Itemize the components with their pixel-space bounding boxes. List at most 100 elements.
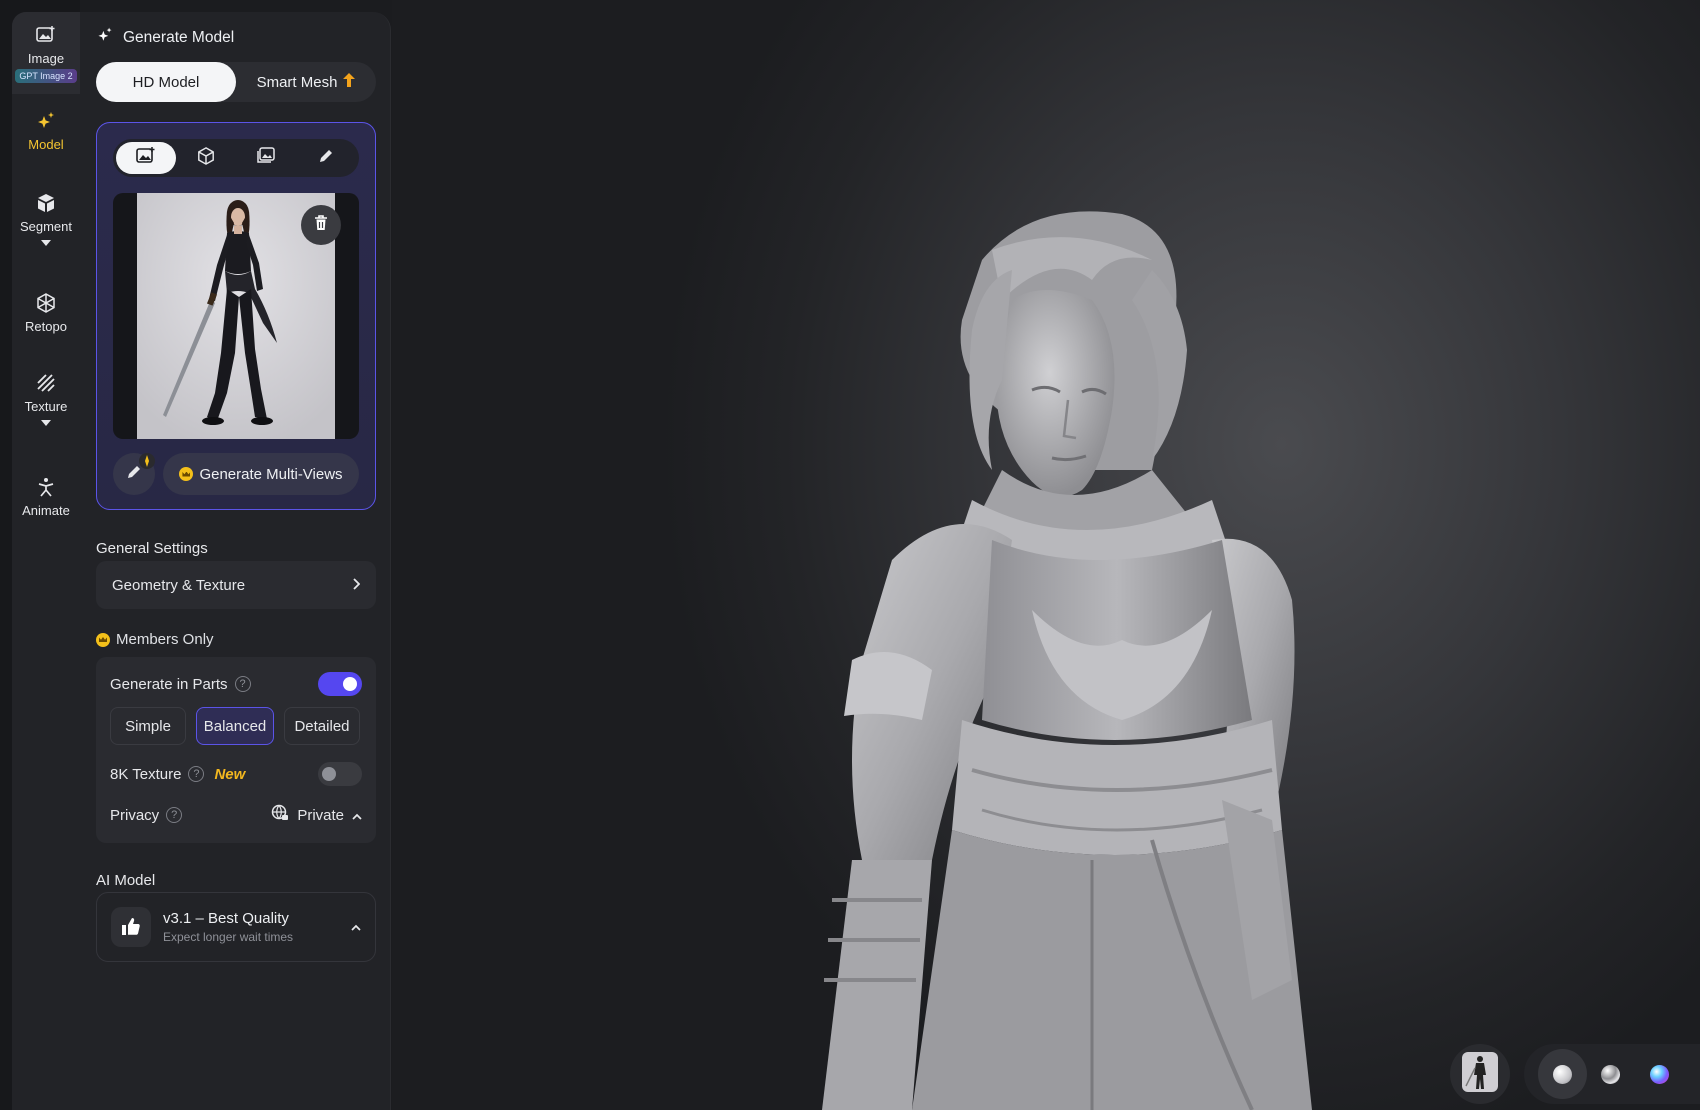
magic-badge-icon [139, 453, 155, 469]
clay-sphere-icon [1552, 1064, 1572, 1084]
tab-multi-image-input[interactable] [236, 142, 296, 174]
ai-model-text: v3.1 – Best Quality Expect longer wait t… [163, 910, 293, 944]
generate-in-parts-label: Generate in Parts [110, 675, 228, 693]
rail-item-label: Animate [22, 503, 70, 518]
hd-model-option[interactable]: HD Model [96, 62, 236, 102]
segment-cube-icon [35, 192, 57, 214]
image-input-icon [136, 146, 156, 170]
material-clay-white-button[interactable] [1538, 1049, 1587, 1099]
8k-texture-row: 8K Texture ? New [110, 761, 362, 787]
pencil-magic-icon [126, 464, 142, 485]
privacy-dropdown[interactable]: Private [271, 804, 362, 826]
texture-hatch-icon [35, 372, 57, 394]
model-type-switch: HD Model Smart Mesh [96, 62, 376, 102]
privacy-row: Privacy ? Private [110, 802, 362, 828]
multi-image-input-icon [256, 146, 276, 170]
delete-image-button[interactable] [301, 205, 341, 245]
chevron-right-icon [352, 577, 361, 594]
character-thumbnail-icon [1462, 1051, 1498, 1097]
material-chrome-button[interactable] [1587, 1049, 1636, 1099]
pencil-input-icon [318, 148, 334, 169]
smart-mesh-label: Smart Mesh [256, 73, 338, 91]
detail-level-group: Simple Balanced Detailed [110, 707, 362, 745]
thumbs-up-icon [111, 907, 151, 947]
cube-input-icon [197, 146, 215, 170]
rail-item-label: Image [27, 51, 65, 66]
globe-lock-icon [271, 804, 289, 826]
rail-item-segment[interactable]: Segment [12, 192, 80, 246]
generate-multi-views-button[interactable]: Generate Multi-Views [163, 453, 359, 495]
tab-image-input[interactable] [116, 142, 176, 174]
level-balanced-button[interactable]: Balanced [196, 707, 274, 745]
upgrade-arrow-icon [343, 73, 356, 91]
image-input-card: Generate Multi-Views [96, 122, 376, 510]
crown-icon [96, 632, 110, 647]
rail-item-label: Retopo [25, 319, 67, 334]
rail-item-label: Model [28, 137, 64, 152]
chrome-sphere-icon [1601, 1064, 1621, 1084]
input-card-actions: Generate Multi-Views [113, 453, 359, 495]
sparkle-icon [35, 110, 57, 132]
level-simple-button[interactable]: Simple [110, 707, 186, 745]
rail-item-animate[interactable]: Animate [12, 476, 80, 518]
new-badge: New [214, 765, 246, 783]
gpt-image-badge: GPT Image 2 [15, 69, 77, 83]
material-preset-bar [1524, 1044, 1700, 1104]
members-only-label: Members Only [116, 631, 214, 648]
toggle-knob [343, 677, 357, 691]
geometry-texture-row[interactable]: Geometry & Texture [96, 561, 376, 609]
toggle-knob [322, 767, 336, 781]
tab-cube-input[interactable] [176, 142, 236, 174]
generate-in-parts-toggle[interactable] [318, 672, 362, 696]
help-icon[interactable]: ? [166, 807, 183, 823]
reference-thumbnail-button[interactable] [1450, 1044, 1510, 1104]
rail-item-label: Texture [24, 399, 68, 414]
rail-item-retopo[interactable]: Retopo [12, 292, 80, 334]
privacy-value: Private [297, 806, 344, 824]
tool-rail-inner: Image GPT Image 2 Model Segment Retopo T… [12, 12, 80, 1110]
generate-model-panel: Generate Model HD Model Smart Mesh Gener… [80, 12, 391, 1110]
sparkle-icon [96, 26, 114, 49]
generate-multi-views-label: Generate Multi-Views [199, 465, 343, 483]
geometry-texture-label: Geometry & Texture [112, 576, 246, 594]
help-icon[interactable]: ? [188, 766, 205, 782]
ai-model-note: Expect longer wait times [163, 930, 294, 944]
rail-item-model[interactable]: Model [12, 110, 80, 152]
tab-pencil-input[interactable] [296, 142, 356, 174]
level-detailed-button[interactable]: Detailed [284, 707, 360, 745]
crown-icon [179, 467, 194, 481]
panel-title: Generate Model [96, 26, 234, 49]
general-settings-heading: General Settings [96, 540, 208, 557]
ai-model-heading: AI Model [96, 872, 156, 889]
chevron-down-icon[interactable] [41, 240, 51, 246]
chevron-up-icon [351, 918, 361, 936]
chevron-down-icon[interactable] [41, 420, 51, 426]
ai-model-selector[interactable]: v3.1 – Best Quality Expect longer wait t… [96, 892, 376, 962]
sculpt-model-render [822, 211, 1312, 1110]
material-normal-button[interactable] [1635, 1049, 1684, 1099]
rail-item-image[interactable]: Image GPT Image 2 [12, 12, 80, 94]
tool-rail: Image GPT Image 2 Model Segment Retopo T… [0, 0, 80, 1110]
8k-texture-label: 8K Texture [110, 765, 182, 783]
uploaded-image-preview[interactable] [113, 193, 359, 439]
input-mode-tabs [113, 139, 359, 177]
members-only-heading: Members Only [96, 631, 214, 648]
material-settings-button[interactable] [1684, 1049, 1700, 1099]
generate-in-parts-row: Generate in Parts ? [110, 671, 362, 697]
normal-sphere-icon [1650, 1064, 1670, 1084]
ai-model-name: v3.1 – Best Quality [163, 910, 289, 927]
8k-texture-toggle[interactable] [318, 762, 362, 786]
chevron-up-icon [352, 807, 362, 824]
members-settings-card: Generate in Parts ? Simple Balanced Deta… [96, 657, 376, 843]
rail-item-label: Segment [19, 219, 73, 234]
rail-item-texture[interactable]: Texture [12, 372, 80, 426]
privacy-label: Privacy [110, 806, 160, 824]
panel-title-text: Generate Model [123, 28, 235, 46]
edit-image-button[interactable] [113, 453, 155, 495]
smart-mesh-option[interactable]: Smart Mesh [236, 62, 376, 102]
image-icon [35, 24, 57, 46]
trash-icon [314, 214, 328, 236]
retopo-icon [35, 292, 57, 314]
3d-viewport[interactable] [392, 0, 1700, 1110]
help-icon[interactable]: ? [234, 676, 251, 692]
